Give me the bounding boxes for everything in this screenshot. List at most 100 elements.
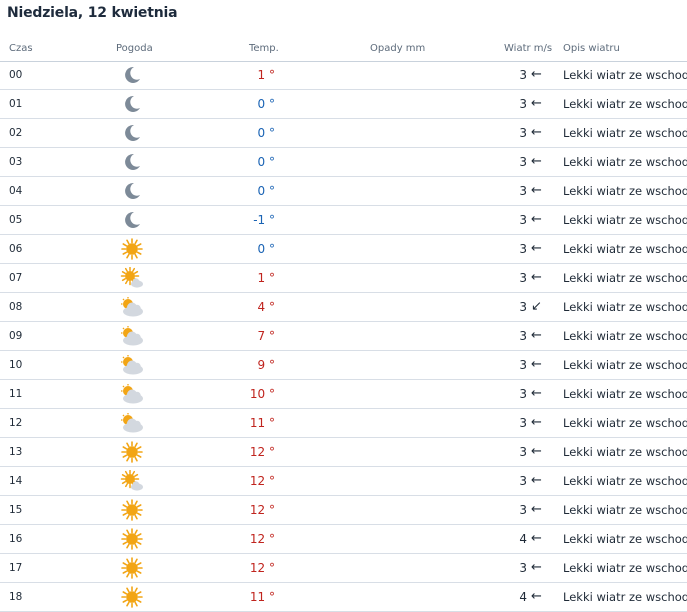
sun-icon <box>120 528 144 550</box>
hour-cell: 01 <box>9 98 23 110</box>
table-row: 00 1 ° 3 ← Lekki wiatr ze wschodu <box>0 61 687 90</box>
wind-description-cell: Lekki wiatr ze wschodu <box>563 503 687 517</box>
wind-direction-arrow-icon: ↙ <box>531 299 542 314</box>
sun-icon <box>120 586 144 608</box>
temperature-cell: 12 ° <box>249 445 275 459</box>
hour-cell: 00 <box>9 69 23 81</box>
table-row: 04 0 ° 3 ← Lekki wiatr ze wschodu <box>0 177 687 206</box>
forecast-table: 00 1 ° 3 ← Lekki wiatr ze wschodu 01 0 °… <box>0 61 687 612</box>
wind-description-cell: Lekki wiatr ze wschodu <box>563 387 687 401</box>
wind-speed-cell: 3 <box>519 300 527 314</box>
wind-description-cell: Lekki wiatr ze wschodu <box>563 68 687 82</box>
temperature-cell: 1 ° <box>257 271 275 285</box>
table-row: 06 0 ° 3 ← Lekki wiatr ze wschodu <box>0 235 687 264</box>
wind-description-cell: Lekki wiatr ze wschodu <box>563 300 687 314</box>
temperature-cell: 12 ° <box>249 474 275 488</box>
sun-cloud-icon <box>120 470 144 492</box>
wind-speed-cell: 3 <box>519 474 527 488</box>
wind-speed-cell: 3 <box>519 387 527 401</box>
wind-description-cell: Lekki wiatr ze wschodu <box>563 474 687 488</box>
wind-direction-arrow-icon: ← <box>531 154 542 169</box>
table-row: 16 12 ° 4 ← Lekki wiatr ze wschodu <box>0 525 687 554</box>
wind-speed-cell: 3 <box>519 126 527 140</box>
wind-direction-arrow-icon: ← <box>531 67 542 82</box>
wind-direction-arrow-icon: ← <box>531 270 542 285</box>
col-wind: Wiatr m/s <box>504 43 553 54</box>
wind-description-cell: Lekki wiatr ze wschodu <box>563 590 687 604</box>
wind-description-cell: Lekki wiatr ze wschodu <box>563 242 687 256</box>
moon-icon <box>120 151 144 173</box>
wind-speed-cell: 3 <box>519 242 527 256</box>
cloud-sun-icon <box>120 325 144 347</box>
table-row: 03 0 ° 3 ← Lekki wiatr ze wschodu <box>0 148 687 177</box>
col-weather: Pogoda <box>116 43 153 54</box>
hour-cell: 12 <box>9 417 23 429</box>
hour-cell: 04 <box>9 185 23 197</box>
wind-direction-arrow-icon: ← <box>531 560 542 575</box>
temperature-cell: -1 ° <box>253 213 275 227</box>
hour-cell: 05 <box>9 214 23 226</box>
wind-direction-arrow-icon: ← <box>531 212 542 227</box>
hour-cell: 16 <box>9 533 23 545</box>
wind-description-cell: Lekki wiatr ze wschodu <box>563 184 687 198</box>
col-time: Czas <box>9 43 33 54</box>
temperature-cell: 0 ° <box>257 155 275 169</box>
hour-cell: 13 <box>9 446 23 458</box>
temperature-cell: 12 ° <box>249 503 275 517</box>
wind-description-cell: Lekki wiatr ze wschodu <box>563 358 687 372</box>
temperature-cell: 0 ° <box>257 184 275 198</box>
wind-direction-arrow-icon: ← <box>531 386 542 401</box>
wind-direction-arrow-icon: ← <box>531 125 542 140</box>
sun-icon <box>120 499 144 521</box>
hour-cell: 06 <box>9 243 23 255</box>
wind-direction-arrow-icon: ← <box>531 241 542 256</box>
hour-cell: 02 <box>9 127 23 139</box>
table-row: 02 0 ° 3 ← Lekki wiatr ze wschodu <box>0 119 687 148</box>
wind-speed-cell: 3 <box>519 155 527 169</box>
wind-speed-cell: 4 <box>519 590 527 604</box>
sun-icon <box>120 557 144 579</box>
temperature-cell: 0 ° <box>257 242 275 256</box>
wind-description-cell: Lekki wiatr ze wschodu <box>563 155 687 169</box>
wind-description-cell: Lekki wiatr ze wschodu <box>563 213 687 227</box>
wind-direction-arrow-icon: ← <box>531 96 542 111</box>
moon-icon <box>120 122 144 144</box>
temperature-cell: 10 ° <box>249 387 275 401</box>
table-row: 18 11 ° 4 ← Lekki wiatr ze wschodu <box>0 583 687 612</box>
temperature-cell: 9 ° <box>257 358 275 372</box>
col-wind-desc: Opis wiatru <box>563 43 620 54</box>
table-row: 01 0 ° 3 ← Lekki wiatr ze wschodu <box>0 90 687 119</box>
sun-cloud-icon <box>120 267 144 289</box>
wind-direction-arrow-icon: ← <box>531 531 542 546</box>
hour-cell: 18 <box>9 591 23 603</box>
sun-icon <box>120 238 144 260</box>
wind-direction-arrow-icon: ← <box>531 328 542 343</box>
hour-cell: 11 <box>9 388 23 400</box>
hour-cell: 03 <box>9 156 23 168</box>
hour-cell: 14 <box>9 475 23 487</box>
wind-speed-cell: 3 <box>519 213 527 227</box>
moon-icon <box>120 209 144 231</box>
temperature-cell: 4 ° <box>257 300 275 314</box>
table-row: 05 -1 ° 3 ← Lekki wiatr ze wschodu <box>0 206 687 235</box>
temperature-cell: 7 ° <box>257 329 275 343</box>
sun-icon <box>120 441 144 463</box>
temperature-cell: 11 ° <box>249 590 275 604</box>
moon-icon <box>120 180 144 202</box>
forecast-page: Niedziela, 12 kwietnia Czas Pogoda Temp.… <box>0 0 687 612</box>
wind-speed-cell: 3 <box>519 68 527 82</box>
wind-description-cell: Lekki wiatr ze wschodu <box>563 561 687 575</box>
table-row: 08 4 ° 3 ↙ Lekki wiatr ze wschodu <box>0 293 687 322</box>
table-row: 13 12 ° 3 ← Lekki wiatr ze wschodu <box>0 438 687 467</box>
hour-cell: 15 <box>9 504 23 516</box>
temperature-cell: 0 ° <box>257 97 275 111</box>
wind-speed-cell: 3 <box>519 358 527 372</box>
wind-direction-arrow-icon: ← <box>531 183 542 198</box>
moon-icon <box>120 93 144 115</box>
wind-description-cell: Lekki wiatr ze wschodu <box>563 416 687 430</box>
wind-speed-cell: 3 <box>519 184 527 198</box>
cloud-sun-icon <box>120 354 144 376</box>
wind-direction-arrow-icon: ← <box>531 444 542 459</box>
wind-speed-cell: 3 <box>519 445 527 459</box>
wind-speed-cell: 3 <box>519 271 527 285</box>
